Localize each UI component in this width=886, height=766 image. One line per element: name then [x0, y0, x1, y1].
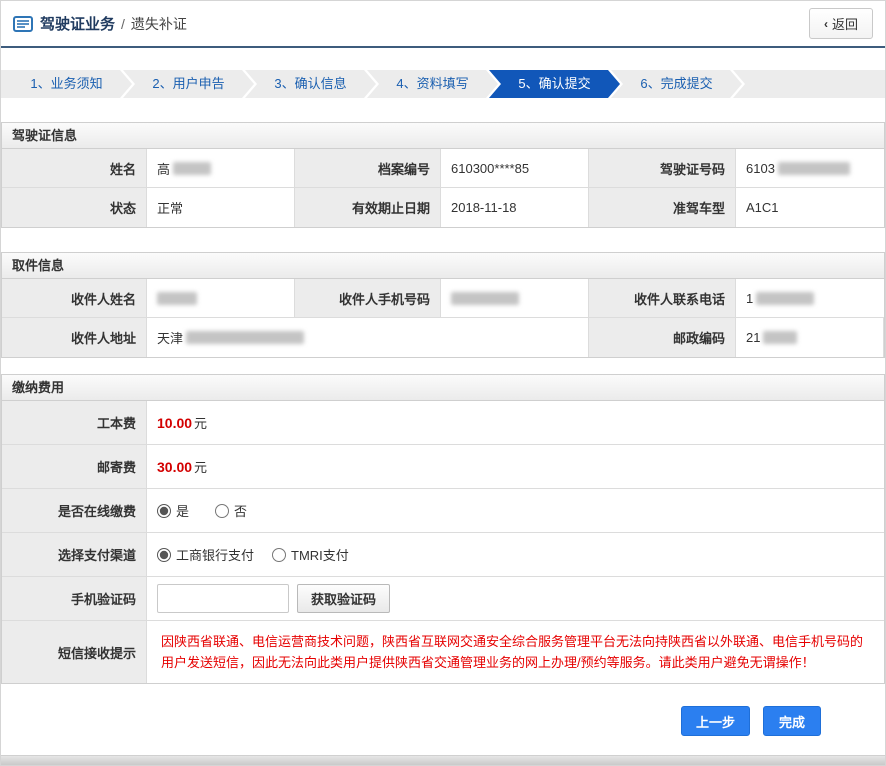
pickup-info-table: 收件人姓名 收件人手机号码 收件人联系电话 1 收件人地址 天津 邮政编码 21 [2, 279, 884, 357]
vehicle-type-value: A1C1 [736, 188, 884, 227]
pay-channel-options: 工商银行支付 TMRI支付 [147, 533, 884, 577]
step-wizard-filler [733, 70, 885, 98]
postage-fee-value: 30.00元 [147, 445, 884, 489]
breadcrumb-separator: / [121, 16, 125, 32]
step-4-fill[interactable]: 4、资料填写 [367, 70, 498, 98]
name-label: 姓名 [2, 149, 147, 188]
redacted-value [763, 331, 797, 344]
recipient-name-label: 收件人姓名 [2, 279, 147, 318]
recipient-phone-value: 1 [736, 279, 884, 318]
form-list-icon [13, 16, 33, 32]
online-pay-label: 是否在线缴费 [2, 489, 147, 533]
status-label: 状态 [2, 188, 147, 227]
expiry-value: 2018-11-18 [441, 188, 589, 227]
sms-code-label: 手机验证码 [2, 577, 147, 621]
section-license-title: 驾驶证信息 [2, 122, 884, 149]
step-6-done[interactable]: 6、完成提交 [611, 70, 742, 98]
recipient-mobile-label: 收件人手机号码 [295, 279, 441, 318]
production-fee-value: 10.00元 [147, 401, 884, 445]
fees-table: 工本费 10.00元 邮寄费 30.00元 是否在线缴费 是 否 [2, 401, 884, 683]
online-pay-yes-label: 是 [176, 501, 189, 520]
page-title: 驾驶证业务 [40, 13, 115, 34]
breadcrumb-current: 遗失补证 [131, 14, 187, 34]
online-pay-no-label: 否 [234, 501, 247, 520]
step-3-confirm-info[interactable]: 3、确认信息 [245, 70, 376, 98]
previous-step-button[interactable]: 上一步 [681, 706, 750, 736]
vehicle-type-label: 准驾车型 [589, 188, 736, 227]
sms-notice-label: 短信接收提示 [2, 621, 147, 683]
back-button[interactable]: ‹ 返回 [809, 8, 873, 39]
name-value: 高 [147, 149, 295, 188]
action-bar: 上一步 完成 [1, 684, 885, 736]
header: 驾驶证业务 / 遗失补证 ‹ 返回 [1, 1, 885, 48]
section-license-info: 驾驶证信息 姓名 高 档案编号 610300****85 驾驶证号码 6103 … [1, 122, 885, 228]
section-fees: 缴纳费用 工本费 10.00元 邮寄费 30.00元 是否在线缴费 是 [1, 374, 885, 684]
production-fee-label: 工本费 [2, 401, 147, 445]
get-sms-code-button[interactable]: 获取验证码 [297, 584, 390, 613]
redacted-value [778, 162, 850, 175]
license-number-label: 驾驶证号码 [589, 149, 736, 188]
step-5-confirm-submit[interactable]: 5、确认提交 [489, 70, 620, 98]
footer-band [1, 755, 885, 765]
status-value: 正常 [147, 188, 295, 227]
license-number-value: 6103 [736, 149, 884, 188]
recipient-phone-label: 收件人联系电话 [589, 279, 736, 318]
finish-button[interactable]: 完成 [763, 706, 821, 736]
sms-notice-text: 因陕西省联通、电信运营商技术问题，陕西省互联网交通安全综合服务管理平台无法向持陕… [161, 631, 870, 673]
redacted-value [186, 331, 304, 344]
redacted-value [451, 292, 519, 305]
sms-notice-cell: 因陕西省联通、电信运营商技术问题，陕西省互联网交通安全综合服务管理平台无法向持陕… [147, 621, 884, 683]
online-pay-options: 是 否 [147, 489, 884, 533]
recipient-mobile-value [441, 279, 589, 318]
pay-channel-icbc-option[interactable]: 工商银行支付 [157, 545, 254, 564]
pay-channel-tmri-label: TMRI支付 [291, 545, 349, 564]
recipient-address-value: 天津 [147, 318, 589, 357]
step-wizard: 1、业务须知 2、用户申告 3、确认信息 4、资料填写 5、确认提交 6、完成提… [1, 70, 885, 98]
zip-code-label: 邮政编码 [589, 318, 736, 357]
pay-channel-tmri-radio[interactable] [272, 548, 286, 562]
online-pay-no-option[interactable]: 否 [215, 501, 247, 520]
step-1-notice[interactable]: 1、业务须知 [1, 70, 132, 98]
step-2-declare[interactable]: 2、用户申告 [123, 70, 254, 98]
online-pay-no-radio[interactable] [215, 504, 229, 518]
section-pickup-title: 取件信息 [2, 252, 884, 279]
back-button-label: 返回 [832, 14, 858, 33]
redacted-value [173, 162, 211, 175]
section-fees-title: 缴纳费用 [2, 374, 884, 401]
section-pickup-info: 取件信息 收件人姓名 收件人手机号码 收件人联系电话 1 收件人地址 天津 邮政… [1, 252, 885, 358]
zip-code-value: 21 [736, 318, 884, 357]
chevron-left-icon: ‹ [824, 17, 828, 31]
pay-channel-tmri-option[interactable]: TMRI支付 [272, 545, 349, 564]
online-pay-yes-radio[interactable] [157, 504, 171, 518]
file-number-label: 档案编号 [295, 149, 441, 188]
pay-channel-label: 选择支付渠道 [2, 533, 147, 577]
redacted-value [157, 292, 197, 305]
recipient-name-value [147, 279, 295, 318]
pay-channel-icbc-label: 工商银行支付 [176, 545, 254, 564]
recipient-address-label: 收件人地址 [2, 318, 147, 357]
online-pay-yes-option[interactable]: 是 [157, 501, 189, 520]
pay-channel-icbc-radio[interactable] [157, 548, 171, 562]
redacted-value [756, 292, 814, 305]
postage-fee-label: 邮寄费 [2, 445, 147, 489]
page: 驾驶证业务 / 遗失补证 ‹ 返回 1、业务须知 2、用户申告 3、确认信息 4… [0, 0, 886, 766]
license-info-table: 姓名 高 档案编号 610300****85 驾驶证号码 6103 状态 正常 … [2, 149, 884, 227]
file-number-value: 610300****85 [441, 149, 589, 188]
expiry-label: 有效期止日期 [295, 188, 441, 227]
sms-code-row: 获取验证码 [147, 577, 884, 621]
sms-code-input[interactable] [157, 584, 289, 613]
